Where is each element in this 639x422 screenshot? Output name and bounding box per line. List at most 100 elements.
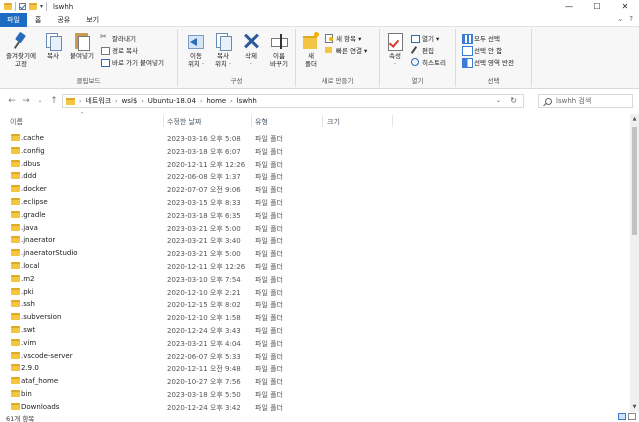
search-icon (545, 97, 552, 105)
address-history-chevron-icon[interactable]: ⌄ (496, 97, 501, 104)
column-divider[interactable] (163, 115, 164, 127)
scrollbar-thumb[interactable] (632, 127, 637, 235)
delete-x-icon (242, 32, 260, 50)
tab-view[interactable]: 보기 (78, 13, 107, 27)
file-type: 파일 폴더 (255, 339, 283, 348)
copy-button[interactable]: 복사 (42, 32, 64, 60)
paste-button[interactable]: 붙여넣기 (66, 32, 98, 60)
file-name: .jnaeratorStudio (21, 249, 78, 258)
file-type: 파일 폴더 (255, 160, 283, 169)
table-row[interactable]: .vscode-server 2022-06-07 오후 5:33 파일 폴더 (0, 350, 630, 363)
table-row[interactable]: .eclipse 2023-03-15 오후 8:33 파일 폴더 (0, 196, 630, 209)
table-row[interactable]: .local 2020-12-11 오후 12:26 파일 폴더 (0, 260, 630, 273)
refresh-icon[interactable]: ↻ (510, 96, 517, 105)
maximize-button[interactable]: ☐ (583, 0, 611, 13)
properties-button[interactable]: 속성 · (384, 32, 406, 68)
table-row[interactable]: .m2 2023-03-10 오후 7:54 파일 폴더 (0, 273, 630, 286)
up-button[interactable]: ↑ (47, 96, 61, 106)
table-row[interactable]: .jnaeratorStudio 2023-03-21 오후 5:00 파일 폴더 (0, 247, 630, 260)
edit-button[interactable]: 편집 (410, 45, 434, 55)
file-type: 파일 폴더 (255, 147, 283, 156)
column-header-date[interactable]: 수정한 날짜 (167, 117, 201, 127)
breadcrumb-wsl[interactable]: wsl$ (122, 97, 138, 105)
folder-icon (11, 236, 20, 244)
easy-access-button[interactable]: 빠른 연결 ▾ (324, 45, 367, 55)
pin-quick-access-button[interactable]: 즐겨찾기에 고정 (2, 32, 40, 68)
customize-quick-access-chevron-icon[interactable]: ▾ (40, 3, 43, 10)
invert-selection-button[interactable]: 선택 영역 반전 (462, 57, 514, 68)
back-button[interactable]: ← (5, 96, 19, 106)
table-row[interactable]: .java 2023-03-21 오후 5:00 파일 폴더 (0, 222, 630, 235)
address-bar[interactable]: › 네트워크 › wsl$ › Ubuntu-18.04 › home › ls… (62, 94, 524, 108)
column-header-type[interactable]: 유형 (255, 117, 268, 127)
folder-icon (11, 249, 20, 257)
column-header-size[interactable]: 크기 (327, 117, 340, 127)
tab-file[interactable]: 파일 (0, 12, 27, 27)
breadcrumb-ubuntu[interactable]: Ubuntu-18.04 (148, 97, 196, 105)
rename-button[interactable]: 이름 바꾸기 (266, 32, 292, 68)
tab-home[interactable]: 홈 (27, 13, 49, 27)
table-row[interactable]: .config 2023-03-18 오후 6:07 파일 폴더 (0, 145, 630, 158)
table-row[interactable]: .dbus 2020-12-11 오후 12:26 파일 폴더 (0, 158, 630, 171)
column-header-name[interactable]: 이름 (10, 117, 23, 127)
table-row[interactable]: .subversion 2020-12-10 오후 1:58 파일 폴더 (0, 311, 630, 324)
table-row[interactable]: bin 2023-03-18 오후 5:50 파일 폴더 (0, 388, 630, 401)
table-row[interactable]: .cache 2023-03-16 오후 5:08 파일 폴더 (0, 132, 630, 145)
cut-button[interactable]: 잘라내기 (100, 32, 136, 43)
paste-shortcut-button[interactable]: 바로 가기 붙여넣기 (100, 57, 164, 67)
search-placeholder: lswhh 검색 (556, 97, 592, 105)
delete-button[interactable]: 삭제 · (240, 32, 262, 68)
column-divider[interactable] (322, 115, 323, 127)
select-none-icon (462, 46, 473, 56)
forward-button[interactable]: → (19, 96, 33, 106)
recent-locations-chevron-icon[interactable]: ⌄ (33, 97, 47, 104)
table-row[interactable]: .gradle 2023-03-18 오후 6:35 파일 폴더 (0, 209, 630, 222)
breadcrumb-lswhh[interactable]: lswhh (237, 97, 257, 105)
select-all-button[interactable]: 모두 선택 (462, 33, 500, 44)
copy-path-button[interactable]: 경로 복사 (100, 45, 138, 55)
tab-share[interactable]: 공유 (49, 13, 78, 27)
vertical-scrollbar[interactable]: ▲ ▼ (630, 114, 639, 412)
expand-ribbon-chevron-icon[interactable]: ⌄ (617, 15, 623, 23)
history-button[interactable]: 히스토리 (410, 57, 446, 67)
file-type: 파일 폴더 (255, 199, 283, 207)
column-divider[interactable] (251, 115, 252, 127)
move-to-button[interactable]: 이동 위치 · (184, 32, 208, 68)
file-type: 파일 폴더 (255, 224, 283, 233)
table-row[interactable]: .ssh 2020-12-15 오후 8:02 파일 폴더 (0, 298, 630, 311)
new-item-button[interactable]: 새 항목 ▾ (324, 33, 361, 43)
sort-indicator-icon: ^ (80, 112, 85, 118)
new-folder-button[interactable]: 새 폴더 (300, 32, 322, 68)
table-row[interactable]: ataf_home 2020-10-27 오후 7:56 파일 폴더 (0, 375, 630, 388)
table-row[interactable]: .swt 2020-12-24 오후 3:43 파일 폴더 (0, 324, 630, 337)
table-row[interactable]: .ddd 2022-06-08 오후 1:37 파일 폴더 (0, 170, 630, 183)
help-icon[interactable]: ? (629, 15, 633, 23)
table-row[interactable]: .vim 2023-03-21 오후 4:04 파일 폴더 (0, 337, 630, 350)
breadcrumb-network[interactable]: 네트워크 (85, 96, 111, 106)
breadcrumb-home[interactable]: home (206, 97, 226, 105)
clipboard-group-label: 클립보드 (76, 77, 101, 85)
file-date: 2020-12-11 오후 12:26 (167, 160, 246, 169)
properties-check-icon[interactable] (19, 3, 26, 10)
scroll-down-arrow-icon[interactable]: ▼ (630, 404, 639, 410)
new-folder-icon[interactable] (29, 3, 37, 10)
copy-to-button[interactable]: 복사 위치 · (211, 32, 235, 68)
copy-path-icon (100, 46, 110, 55)
large-icons-view-icon[interactable] (628, 413, 636, 420)
table-row[interactable]: Downloads 2020-12-24 오후 3:42 파일 폴더 (0, 401, 630, 412)
file-date: 2020-12-11 오전 9:48 (167, 365, 241, 374)
details-view-icon[interactable] (618, 413, 626, 420)
scroll-up-arrow-icon[interactable]: ▲ (630, 116, 639, 122)
item-count: 61개 항목 (6, 415, 35, 422)
table-row[interactable]: .docker 2022-07-07 오전 9:06 파일 폴더 (0, 183, 630, 196)
minimize-button[interactable]: — (555, 0, 583, 13)
close-button[interactable]: ✕ (611, 0, 639, 13)
folder-icon (11, 300, 20, 308)
column-divider[interactable] (392, 115, 393, 127)
table-row[interactable]: .jnaerator 2023-03-21 오후 3:40 파일 폴더 (0, 234, 630, 247)
table-row[interactable]: 2.9.0 2020-12-11 오전 9:48 파일 폴더 (0, 362, 630, 375)
select-none-button[interactable]: 선택 안 함 (462, 45, 502, 56)
open-button[interactable]: 열기 ▾ (410, 33, 439, 43)
table-row[interactable]: .pki 2020-12-10 오후 2:21 파일 폴더 (0, 286, 630, 299)
search-input[interactable]: lswhh 검색 (538, 94, 633, 108)
